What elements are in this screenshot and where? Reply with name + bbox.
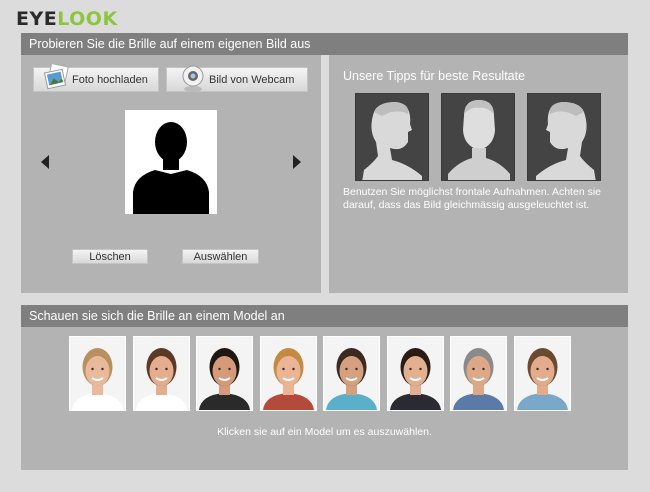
webcam-photo-label: Bild von Webcam — [209, 73, 295, 86]
previous-arrow-icon[interactable] — [41, 155, 49, 169]
webcam-photo-button[interactable]: Bild von Webcam — [166, 65, 308, 92]
upload-panel: Probieren Sie die Brille auf einem eigen… — [21, 33, 628, 293]
tips-area: Unsere Tipps für beste Resultate Benutze… — [329, 55, 628, 293]
delete-button[interactable]: Löschen — [72, 249, 148, 264]
upload-photo-label: Foto hochladen — [72, 73, 148, 86]
webcam-icon — [181, 65, 205, 92]
silhouette-icon — [133, 122, 209, 214]
model-thumbnail[interactable] — [196, 336, 253, 411]
upload-panel-title: Probieren Sie die Brille auf einem eigen… — [21, 33, 628, 55]
upload-photo-button[interactable]: Foto hochladen — [33, 62, 159, 92]
model-thumbnail[interactable] — [259, 336, 317, 411]
tip-image-left-profile — [355, 93, 429, 181]
select-button[interactable]: Auswählen — [182, 249, 259, 264]
next-arrow-icon[interactable] — [293, 155, 301, 169]
model-thumbnail[interactable] — [513, 336, 571, 411]
eyelook-logo: EYELOOK — [16, 8, 118, 30]
photo-preview — [125, 110, 217, 214]
model-thumbnail[interactable] — [323, 336, 380, 411]
upload-area: Foto hochladen Bild von Webcam Löschen A… — [21, 55, 321, 293]
model-thumbnail[interactable] — [132, 336, 190, 411]
tip-image-front — [441, 93, 515, 181]
models-hint: Klicken sie auf ein Model um es auszuwäh… — [217, 426, 432, 438]
tips-title: Unsere Tipps für beste Resultate — [343, 69, 526, 83]
models-panel: Schauen sie sich die Brille an einem Mod… — [21, 305, 628, 470]
model-thumbnail[interactable] — [386, 336, 444, 411]
photo-icon — [43, 62, 69, 90]
model-thumbnail[interactable] — [450, 336, 507, 411]
model-thumbnail[interactable] — [69, 336, 126, 411]
models-panel-title: Schauen sie sich die Brille an einem Mod… — [21, 305, 628, 327]
tip-image-right-profile — [527, 93, 601, 181]
logo-part-eye: EYE — [16, 8, 58, 30]
tips-description: Benutzen Sie möglichst frontale Aufnahme… — [343, 186, 601, 211]
logo-part-look: LOOK — [57, 8, 118, 30]
